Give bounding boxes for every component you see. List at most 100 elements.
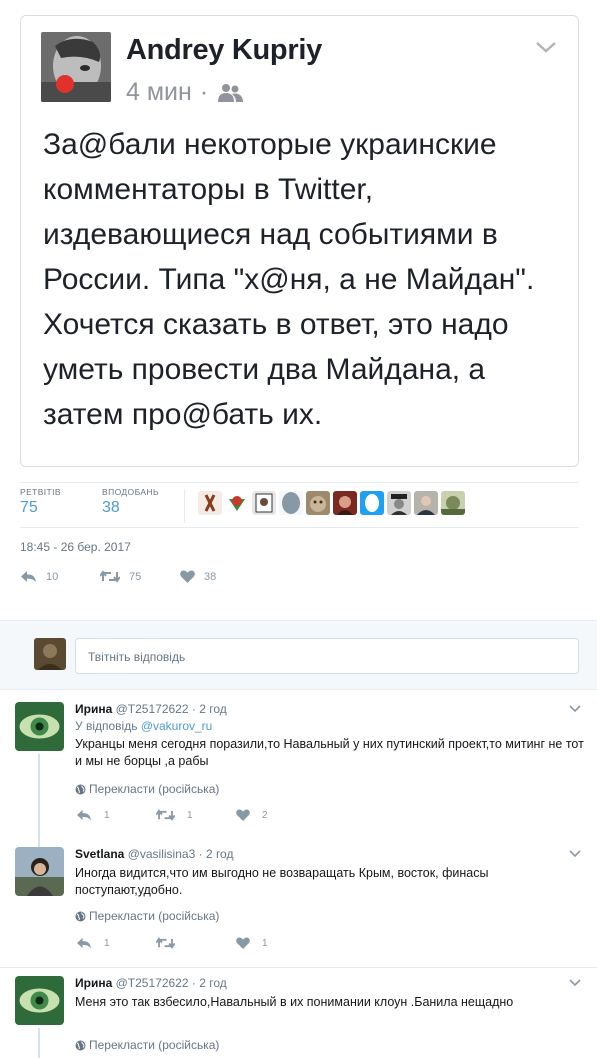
reply-tweet[interactable]: Svetlana @vasilisina3 · 2 год Иногда вид… (0, 832, 597, 962)
thread-line (38, 832, 40, 847)
reply-tweet[interactable]: Ирина @T25172622 · 2 год У відповідь @va… (0, 702, 597, 832)
liker-avatar[interactable] (225, 491, 249, 515)
reply-to-prefix: У відповідь (75, 719, 138, 733)
reply-author-name[interactable]: Ирина (75, 976, 112, 990)
reply-time[interactable]: 2 год (199, 976, 227, 990)
current-user-avatar (34, 638, 66, 670)
liker-avatar[interactable] (360, 491, 384, 515)
chevron-down-icon[interactable] (569, 704, 581, 714)
retweet-icon (100, 570, 120, 583)
retweet-icon (156, 809, 175, 821)
reply-header: Ирина @T25172622 · 2 год (75, 702, 227, 716)
reply-to-line: У відповідь @vakurov_ru (75, 719, 212, 733)
translate-label: Перекласти (російська) (89, 909, 220, 923)
divider (184, 489, 185, 523)
retweet-stat[interactable]: РЕТВІТІВ 75 (20, 487, 61, 517)
reply-count: 1 (104, 809, 110, 821)
friends-audience-icon (218, 83, 244, 102)
chevron-down-icon[interactable] (569, 849, 581, 859)
retweet-count: 1 (187, 809, 193, 821)
reply-tweet[interactable]: Ирина @T25172622 · 2 год Меня это так вз… (0, 976, 597, 1058)
reply-avatar[interactable] (15, 976, 64, 1025)
cut-off-header (0, 0, 597, 8)
dot-separator: · (191, 976, 196, 990)
heart-icon (180, 570, 195, 583)
thread-line (38, 754, 40, 832)
liker-avatar[interactable] (387, 491, 411, 515)
retweets-label: РЕТВІТІВ (20, 487, 61, 497)
liker-avatar[interactable] (441, 491, 465, 515)
likers-avatars (198, 491, 465, 515)
like-count: 1 (262, 937, 268, 949)
divider (0, 967, 597, 968)
retweet-button[interactable] (156, 937, 236, 949)
author-avatar[interactable] (41, 32, 111, 102)
reply-button[interactable]: 1 (76, 937, 156, 949)
retweet-button[interactable]: 1 (156, 809, 236, 821)
translate-link[interactable]: Перекласти (російська) (75, 1038, 219, 1052)
like-count: 2 (262, 809, 268, 821)
likes-label: ВПОДОБАНЬ (102, 487, 159, 497)
reply-count: 1 (104, 937, 110, 949)
author-name[interactable]: Andrey Kupriy (126, 34, 322, 67)
reply-button[interactable]: 10 (20, 570, 100, 583)
heart-icon (236, 809, 250, 821)
dot-separator: · (199, 78, 209, 106)
post-text: За@бали некоторые украинские комментатор… (43, 128, 535, 431)
reply-to-handle-link[interactable]: @vakurov_ru (141, 719, 213, 733)
reply-author-handle[interactable]: @T25172622 (116, 702, 189, 716)
translate-label: Перекласти (російська) (89, 1038, 220, 1052)
heart-icon (236, 937, 250, 949)
dot-separator: · (198, 847, 203, 861)
reply-input[interactable]: Твітніть відповідь (75, 638, 579, 674)
reply-count: 10 (46, 570, 59, 583)
reply-author-name[interactable]: Ирина (75, 702, 112, 716)
likes-count: 38 (102, 499, 120, 516)
tweet-stats: РЕТВІТІВ 75 ВПОДОБАНЬ 38 (20, 482, 579, 528)
liker-avatar[interactable] (414, 491, 438, 515)
likes-stat[interactable]: ВПОДОБАНЬ 38 (102, 487, 159, 517)
chevron-down-icon[interactable] (569, 978, 581, 988)
liker-avatar[interactable] (279, 491, 303, 515)
reply-author-name[interactable]: Svetlana (75, 847, 124, 861)
reply-text: Иногда видится,что им выгодно не возвара… (75, 866, 489, 897)
reply-actions: 1 1 (76, 937, 316, 949)
liker-avatar[interactable] (306, 491, 330, 515)
reply-composer: Твітніть відповідь (0, 620, 597, 690)
post-time[interactable]: 4 мин (126, 78, 192, 107)
reply-time[interactable]: 2 год (199, 702, 227, 716)
like-button[interactable]: 2 (236, 809, 316, 821)
like-button[interactable]: 38 (180, 570, 260, 583)
retweet-button[interactable]: 75 (100, 570, 180, 583)
globe-icon (75, 1040, 86, 1050)
dot-separator: · (191, 702, 196, 716)
tweet-actions: 10 75 38 (20, 570, 260, 583)
translate-link[interactable]: Перекласти (російська) (75, 909, 219, 923)
reply-avatar[interactable] (15, 702, 64, 751)
reply-button[interactable]: 1 (76, 809, 156, 821)
liker-avatar[interactable] (252, 491, 276, 515)
globe-icon (75, 911, 86, 921)
reply-actions: 1 1 2 (76, 809, 316, 821)
reply-text: Меня это так взбесило,Навальный в их пон… (75, 995, 514, 1009)
reply-author-handle[interactable]: @T25172622 (116, 976, 189, 990)
embedded-post-card[interactable]: Andrey Kupriy 4 мин · За@бали некоторые … (20, 15, 579, 467)
translate-label: Перекласти (російська) (89, 782, 220, 796)
reply-author-handle[interactable]: @vasilisina3 (128, 847, 196, 861)
reply-icon (21, 571, 36, 582)
chevron-down-icon[interactable] (534, 38, 558, 56)
post-meta: 4 мин · (126, 78, 244, 107)
reply-time[interactable]: 2 год (206, 847, 234, 861)
reply-icon (77, 809, 91, 821)
translate-link[interactable]: Перекласти (російська) (75, 782, 219, 796)
retweet-icon (156, 937, 175, 949)
reply-avatar[interactable] (15, 847, 64, 896)
liker-avatar[interactable] (333, 491, 357, 515)
reply-icon (77, 937, 91, 949)
reply-header: Ирина @T25172622 · 2 год (75, 976, 227, 990)
like-button[interactable]: 1 (236, 937, 316, 949)
liker-avatar[interactable] (198, 491, 222, 515)
thread-line (38, 1028, 40, 1058)
tweet-timestamp[interactable]: 18:45 - 26 бер. 2017 (20, 540, 131, 554)
like-count: 38 (204, 570, 217, 583)
